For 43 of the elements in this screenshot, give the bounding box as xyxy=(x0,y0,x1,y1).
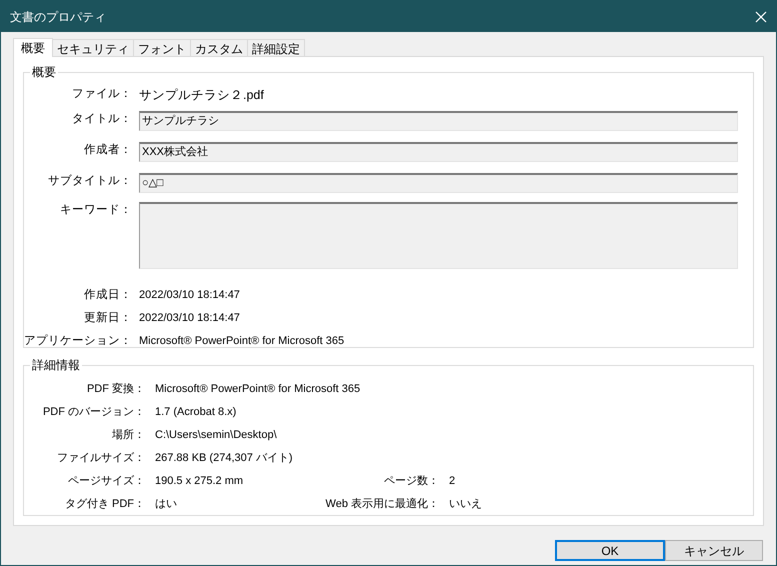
field-label: 更新日： xyxy=(83,310,132,326)
field-label: タグ付き PDF： xyxy=(64,497,145,512)
field-label: タイトル： xyxy=(71,112,132,127)
field-value: Microsoft® PowerPoint® for Microsoft 365 xyxy=(139,334,344,350)
field-value: いいえ xyxy=(449,497,482,512)
field-value: 2022/03/10 18:14:47 xyxy=(139,288,240,304)
field-value: C:\Users\semin\Desktop\ xyxy=(155,428,278,444)
field-label: ファイル： xyxy=(71,87,132,102)
field-label: 作成日： xyxy=(83,288,132,303)
window-title: 文書のプロパティ xyxy=(10,8,106,26)
tab[interactable]: カスタム xyxy=(190,39,248,56)
field-label: ページサイズ： xyxy=(67,474,145,490)
field-value: 2022/03/10 18:14:47 xyxy=(139,311,240,326)
field-label: PDF 変換： xyxy=(86,382,145,398)
field-value: はい xyxy=(155,497,178,512)
field-value: 190.5 x 275.2 mm xyxy=(155,474,244,490)
tab[interactable]: 詳細設定 xyxy=(247,39,305,56)
field-label: ファイルサイズ： xyxy=(56,451,145,466)
file-name: サンプルチラシ２.pdf xyxy=(139,86,264,104)
field-value: 267.88 KB (274,307 バイト) xyxy=(155,451,294,466)
field-label: PDF のバージョン： xyxy=(42,405,145,420)
group-title: 詳細情報 xyxy=(31,357,81,374)
field-label: キーワード： xyxy=(59,203,132,218)
dialog-button[interactable]: キャンセル xyxy=(665,540,763,561)
field-label: 場所： xyxy=(111,428,145,444)
field-label: 作成者： xyxy=(83,142,132,158)
field-value: Microsoft® PowerPoint® for Microsoft 365 xyxy=(155,382,360,398)
text-field[interactable]: XXX株式会社 xyxy=(139,142,738,162)
text-field[interactable]: ○△□ xyxy=(139,173,738,193)
field-label: アプリケーション： xyxy=(24,333,132,349)
field-label: サブタイトル： xyxy=(47,174,132,189)
field-value: 1.7 (Acrobat 8.x) xyxy=(155,405,238,420)
dialog-button[interactable]: OK xyxy=(555,540,665,561)
tab[interactable]: セキュリティ xyxy=(52,39,134,56)
field-label: ページ数： xyxy=(383,474,439,490)
field-value: 2 xyxy=(449,474,456,490)
text-area[interactable] xyxy=(139,202,738,269)
tab[interactable]: 概要 xyxy=(13,38,53,57)
text-field[interactable]: サンプルチラシ xyxy=(139,111,738,131)
close-icon[interactable] xyxy=(755,10,767,22)
tab[interactable]: フォント xyxy=(133,39,191,56)
field-label: Web 表示用に最適化： xyxy=(324,496,439,512)
group-title: 概要 xyxy=(31,64,57,81)
